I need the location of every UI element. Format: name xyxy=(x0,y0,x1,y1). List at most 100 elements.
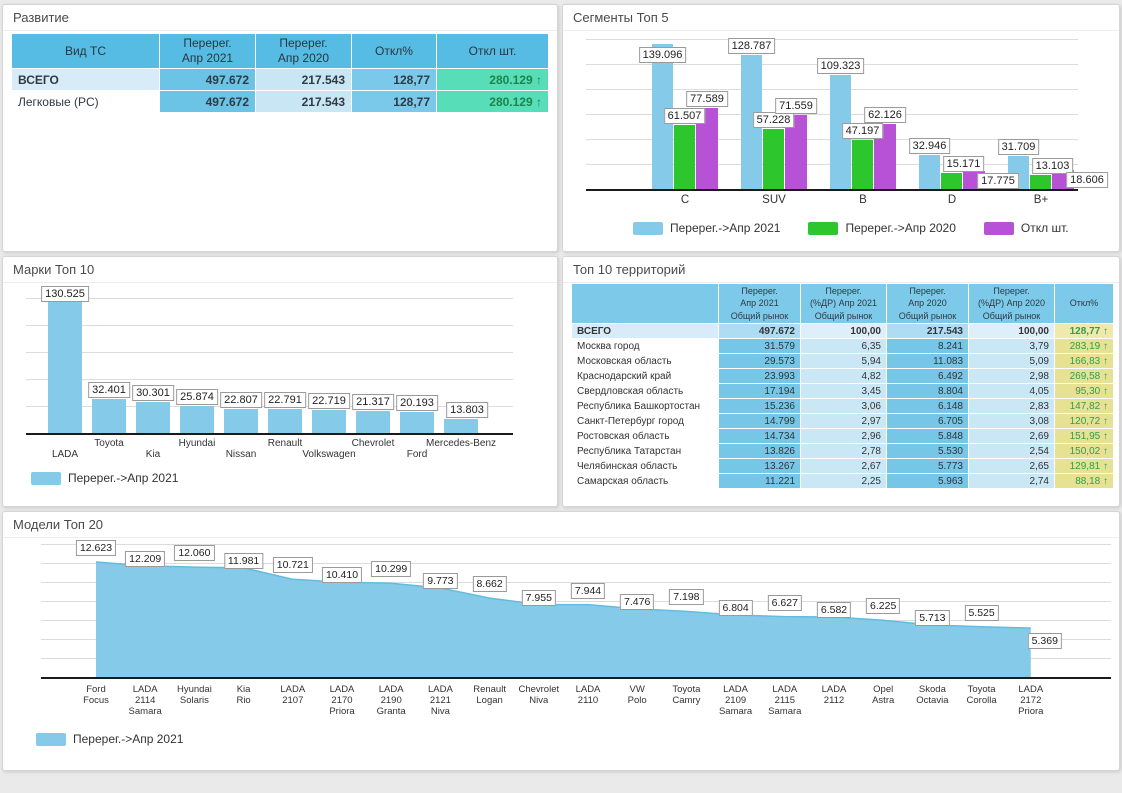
value-cell[interactable]: 283,19 ↑ xyxy=(1055,339,1114,354)
value-cell[interactable]: 3,08 xyxy=(969,414,1055,429)
bar[interactable] xyxy=(852,140,873,189)
bar[interactable] xyxy=(444,419,478,433)
row-label-cell[interactable]: Москва город xyxy=(572,339,719,354)
bar[interactable] xyxy=(400,412,434,433)
column-header[interactable] xyxy=(572,284,719,324)
value-cell[interactable]: 15.236 xyxy=(719,399,801,414)
value-cell[interactable]: 3,45 xyxy=(801,384,887,399)
value-cell[interactable]: 497.672 xyxy=(719,324,801,339)
value-cell[interactable]: 166,83 ↑ xyxy=(1055,354,1114,369)
column-header[interactable]: Перерег. Апр 2021 Общий рынок xyxy=(719,284,801,324)
value-cell[interactable]: 217.543 xyxy=(256,91,352,113)
value-cell[interactable]: 269,58 ↑ xyxy=(1055,369,1114,384)
row-label-cell[interactable]: Московская область xyxy=(572,354,719,369)
value-cell[interactable]: 217.543 xyxy=(256,69,352,91)
column-header[interactable]: Вид ТС xyxy=(12,34,160,69)
row-label-cell[interactable]: Республика Татарстан xyxy=(572,444,719,459)
row-label-cell[interactable]: ВСЕГО xyxy=(12,69,160,91)
column-header[interactable]: Откл% xyxy=(352,34,437,69)
value-cell[interactable]: 5.530 xyxy=(887,444,969,459)
value-cell[interactable]: 29.573 xyxy=(719,354,801,369)
value-cell[interactable]: 6.148 xyxy=(887,399,969,414)
value-cell[interactable]: 11.221 xyxy=(719,474,801,489)
row-label-cell[interactable]: Краснодарский край xyxy=(572,369,719,384)
bar[interactable] xyxy=(1030,175,1051,189)
bar[interactable] xyxy=(92,399,126,433)
row-label-cell[interactable]: Свердловская область xyxy=(572,384,719,399)
value-cell[interactable]: 88,18 ↑ xyxy=(1055,474,1114,489)
value-cell[interactable]: 3,06 xyxy=(801,399,887,414)
value-cell[interactable]: 6,35 xyxy=(801,339,887,354)
legend-item[interactable]: Перерег.->Апр 2021 xyxy=(633,221,780,235)
value-cell[interactable]: 4,82 xyxy=(801,369,887,384)
row-label-cell[interactable]: Легковые (PC) xyxy=(12,91,160,113)
value-cell[interactable]: 14.734 xyxy=(719,429,801,444)
value-cell[interactable]: 2,78 xyxy=(801,444,887,459)
table-row[interactable]: Челябинская область13.2672,675.7732,6512… xyxy=(572,459,1114,474)
value-cell[interactable]: 497.672 xyxy=(160,91,256,113)
value-cell[interactable]: 128,77 xyxy=(352,69,437,91)
bar[interactable] xyxy=(919,155,940,189)
table-row[interactable]: Самарская область11.2212,255.9632,7488,1… xyxy=(572,474,1114,489)
bar[interactable] xyxy=(763,129,784,189)
value-cell[interactable]: 2,69 xyxy=(969,429,1055,444)
table-row[interactable]: Ростовская область14.7342,965.8482,69151… xyxy=(572,429,1114,444)
legend-item[interactable]: Перерег.->Апр 2020 xyxy=(808,221,955,235)
value-cell[interactable]: 17.194 xyxy=(719,384,801,399)
bar[interactable] xyxy=(180,406,214,433)
value-cell[interactable]: 6.492 xyxy=(887,369,969,384)
value-cell[interactable]: 217.543 xyxy=(887,324,969,339)
table-row[interactable]: Свердловская область17.1943,458.8044,059… xyxy=(572,384,1114,399)
legend-item[interactable]: Откл шт. xyxy=(984,221,1069,235)
bar[interactable] xyxy=(268,409,302,433)
value-cell[interactable]: 5.773 xyxy=(887,459,969,474)
value-cell[interactable]: 5,09 xyxy=(969,354,1055,369)
value-cell[interactable]: 95,30 ↑ xyxy=(1055,384,1114,399)
value-cell[interactable]: 13.826 xyxy=(719,444,801,459)
row-label-cell[interactable]: Самарская область xyxy=(572,474,719,489)
table-row[interactable]: Краснодарский край23.9934,826.4922,98269… xyxy=(572,369,1114,384)
row-label-cell[interactable]: ВСЕГО xyxy=(572,324,719,339)
value-cell[interactable]: 4,05 xyxy=(969,384,1055,399)
value-cell[interactable]: 2,74 xyxy=(969,474,1055,489)
value-cell[interactable]: 5.963 xyxy=(887,474,969,489)
column-header[interactable]: Откл шт. xyxy=(437,34,549,69)
table-row[interactable]: Республика Башкортостан15.2363,066.1482,… xyxy=(572,399,1114,414)
value-cell[interactable]: 2,25 xyxy=(801,474,887,489)
value-cell[interactable]: 2,83 xyxy=(969,399,1055,414)
value-cell[interactable]: 100,00 xyxy=(801,324,887,339)
table-row[interactable]: Московская область29.5735,9411.0835,0916… xyxy=(572,354,1114,369)
value-cell[interactable]: 8.241 xyxy=(887,339,969,354)
value-cell[interactable]: 8.804 xyxy=(887,384,969,399)
row-label-cell[interactable]: Республика Башкортостан xyxy=(572,399,719,414)
value-cell[interactable]: 2,97 xyxy=(801,414,887,429)
row-label-cell[interactable]: Санкт-Петербург город xyxy=(572,414,719,429)
value-cell[interactable]: 128,77 ↑ xyxy=(1055,324,1114,339)
value-cell[interactable]: 13.267 xyxy=(719,459,801,474)
column-header[interactable]: Перерег. (%ДР) Апр 2020 Общий рынок xyxy=(969,284,1055,324)
table-row[interactable]: Легковые (PC)497.672217.543128,77280.129… xyxy=(12,91,549,113)
value-cell[interactable]: 100,00 xyxy=(969,324,1055,339)
value-cell[interactable]: 497.672 xyxy=(160,69,256,91)
legend-item[interactable]: Перерег.->Апр 2021 xyxy=(31,471,178,485)
value-cell[interactable]: 150,02 ↑ xyxy=(1055,444,1114,459)
value-cell[interactable]: 2,65 xyxy=(969,459,1055,474)
bar[interactable] xyxy=(356,411,390,433)
row-label-cell[interactable]: Челябинская область xyxy=(572,459,719,474)
bar[interactable] xyxy=(48,298,82,433)
value-cell[interactable]: 3,79 xyxy=(969,339,1055,354)
bar[interactable] xyxy=(674,125,695,189)
value-cell[interactable]: 147,82 ↑ xyxy=(1055,399,1114,414)
value-cell[interactable]: 120,72 ↑ xyxy=(1055,414,1114,429)
area-series[interactable] xyxy=(11,536,1113,768)
column-header[interactable]: Перерег. (%ДР) Апр 2021 Общий рынок xyxy=(801,284,887,324)
table-row[interactable]: Санкт-Петербург город14.7992,976.7053,08… xyxy=(572,414,1114,429)
value-cell[interactable]: 23.993 xyxy=(719,369,801,384)
value-cell[interactable]: 2,54 xyxy=(969,444,1055,459)
value-cell[interactable]: 31.579 xyxy=(719,339,801,354)
column-header[interactable]: Перерег. Апр 2020 Общий рынок xyxy=(887,284,969,324)
value-cell[interactable]: 129,81 ↑ xyxy=(1055,459,1114,474)
value-cell[interactable]: 2,96 xyxy=(801,429,887,444)
value-cell[interactable]: 5.848 xyxy=(887,429,969,444)
bar[interactable] xyxy=(312,410,346,433)
